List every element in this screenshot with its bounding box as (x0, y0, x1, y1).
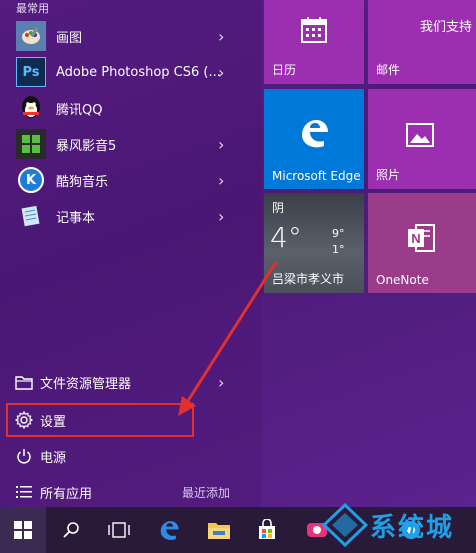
start-icon (14, 521, 32, 539)
chevron-right-icon[interactable]: › (218, 207, 224, 226)
mail-header-text: 我们支持 (420, 20, 473, 35)
edge-label: Microsoft Edge (272, 169, 361, 183)
calendar-icon (300, 16, 328, 48)
search-icon (63, 522, 79, 538)
file-explorer-icon (208, 523, 230, 539)
app-label: 记事本 (56, 210, 96, 226)
weather-temp: 4° (270, 221, 302, 254)
baofeng-icon (16, 129, 46, 159)
photos-label: 照片 (376, 168, 401, 182)
list-icon (14, 482, 34, 502)
qq-icon (16, 93, 46, 123)
start-button[interactable] (0, 507, 46, 553)
app-label: 暴风影音5 (56, 138, 117, 154)
store-icon (259, 519, 275, 539)
recently-added-label: 最近添加 (182, 485, 231, 500)
app-label: Adobe Photoshop CS6 (... (56, 64, 221, 80)
app-label: 腾讯QQ (56, 102, 103, 118)
taskbar-edge[interactable] (146, 507, 192, 553)
weather-condition: 阴 (272, 201, 285, 215)
weather-low: 1° (332, 243, 345, 256)
app-item-qq[interactable]: 腾讯QQ (0, 90, 262, 126)
app-item-notepad[interactable]: 记事本 › (0, 198, 262, 234)
chevron-right-icon[interactable]: › (218, 171, 224, 190)
all-apps-item[interactable]: 所有应用 最近添加 (0, 474, 262, 510)
chevron-right-icon[interactable]: › (218, 373, 224, 392)
photos-icon (406, 123, 434, 151)
weather-high: 9° (332, 227, 345, 240)
app-item-photoshop[interactable]: Ps Adobe Photoshop CS6 (... › (0, 54, 262, 90)
photoshop-icon: Ps (16, 57, 46, 87)
all-apps-label: 所有应用 (40, 486, 93, 502)
calendar-label: 日历 (272, 63, 297, 77)
tile-photos[interactable]: 照片 (368, 89, 476, 189)
weather-location: 吕梁市孝义市 (272, 272, 345, 286)
tile-weather[interactable]: 阴 4° 9° 1° 吕梁市孝义市 (264, 193, 364, 293)
kugou-icon: K (16, 165, 46, 195)
start-menu-left: 最常用 画图 › Ps Adobe Photoshop CS6 (... › 腾… (0, 0, 262, 507)
app-item-kugou[interactable]: K 酷狗音乐 › (0, 162, 262, 198)
most-used-label: 最常用 (16, 2, 49, 15)
chevron-right-icon[interactable]: › (218, 63, 224, 82)
edge-icon (298, 117, 330, 153)
svg-text:N: N (411, 231, 420, 246)
chevron-right-icon[interactable]: › (218, 135, 224, 154)
taskbar: 系统城 (0, 503, 476, 553)
settings-highlight-box (6, 403, 194, 437)
notepad-icon (16, 201, 46, 231)
tile-mail[interactable]: 我们支持 邮件 (368, 0, 476, 84)
tile-onenote[interactable]: N OneNote (368, 193, 476, 293)
watermark-text: 系统城 (370, 513, 455, 543)
taskbar-store[interactable] (244, 507, 290, 553)
tile-edge[interactable]: Microsoft Edge (264, 89, 364, 189)
task-view-icon (108, 522, 130, 538)
power-item[interactable]: 电源 (0, 438, 262, 474)
power-label: 电源 (40, 450, 67, 466)
app-label: 酷狗音乐 (56, 174, 109, 190)
folder-icon (14, 372, 34, 392)
taskbar-file-explorer[interactable] (196, 507, 242, 553)
paint-icon (16, 21, 46, 51)
app-item-baofeng[interactable]: 暴风影音5 › (0, 126, 262, 162)
file-explorer-label: 文件资源管理器 (40, 376, 132, 392)
onenote-icon: N (406, 223, 436, 257)
mail-label: 邮件 (376, 63, 401, 77)
power-icon (14, 446, 34, 466)
onenote-label: OneNote (376, 273, 429, 287)
app-label: 画图 (56, 30, 83, 46)
watermark-logo: 系统城 (322, 501, 472, 549)
app-item-paint[interactable]: 画图 › (0, 18, 262, 54)
file-explorer-item[interactable]: 文件资源管理器 › (0, 364, 262, 400)
tile-calendar[interactable]: 日历 (264, 0, 364, 84)
search-button[interactable] (48, 507, 94, 553)
edge-icon (160, 521, 179, 540)
chevron-right-icon[interactable]: › (218, 27, 224, 46)
task-view-button[interactable] (96, 507, 142, 553)
